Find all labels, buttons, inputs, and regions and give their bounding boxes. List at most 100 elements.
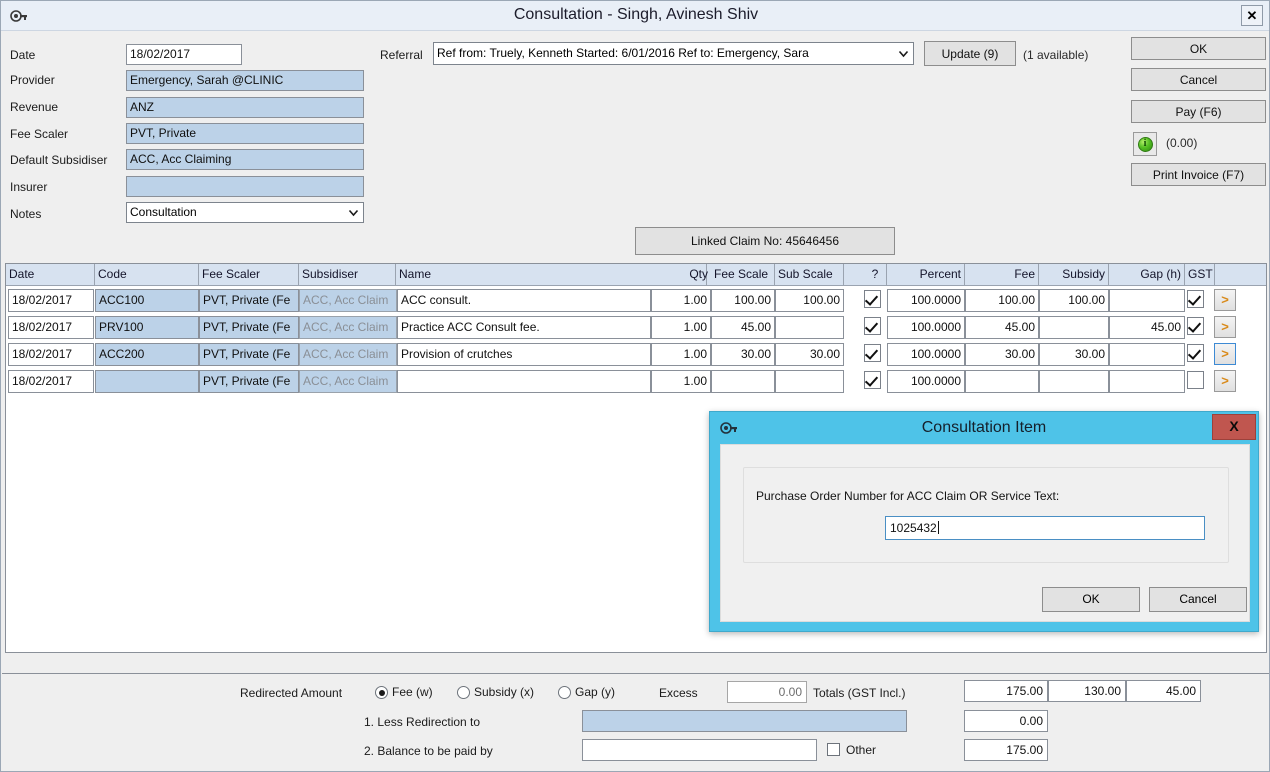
cell-question-checkbox[interactable] bbox=[864, 290, 881, 308]
cancel-button[interactable]: Cancel bbox=[1131, 68, 1266, 91]
cell-percent[interactable]: 100.0000 bbox=[887, 316, 965, 339]
table-row[interactable]: 18/02/2017 ACC200 PVT, Private (Fe ACC, … bbox=[6, 341, 1266, 368]
col-gst[interactable]: GST bbox=[1185, 264, 1215, 285]
referral-select[interactable]: Ref from: Truely, Kenneth Started: 6/01/… bbox=[433, 42, 914, 65]
info-button[interactable] bbox=[1133, 132, 1157, 156]
provider-field[interactable]: Emergency, Sarah @CLINIC bbox=[126, 70, 364, 91]
cell-subsidy[interactable]: 30.00 bbox=[1039, 343, 1109, 366]
cell-percent[interactable]: 100.0000 bbox=[887, 343, 965, 366]
cell-date[interactable]: 18/02/2017 bbox=[8, 370, 94, 393]
cell-fee-scale[interactable]: 100.00 bbox=[711, 289, 775, 312]
cell-sub-scale[interactable]: 100.00 bbox=[775, 289, 844, 312]
cell-fee[interactable]: 45.00 bbox=[965, 316, 1039, 339]
cell-name[interactable]: Practice ACC Consult fee. bbox=[397, 316, 651, 339]
cell-subsidy[interactable] bbox=[1039, 370, 1109, 393]
cell-date[interactable]: 18/02/2017 bbox=[8, 343, 94, 366]
col-qty[interactable]: Qty bbox=[666, 264, 711, 285]
col-sub-scale[interactable]: Sub Scale bbox=[775, 264, 844, 285]
cell-gst-checkbox[interactable] bbox=[1187, 317, 1204, 335]
cell-gap[interactable]: 45.00 bbox=[1109, 316, 1185, 339]
cell-code[interactable]: ACC200 bbox=[95, 343, 199, 366]
col-percent[interactable]: Percent bbox=[887, 264, 965, 285]
cell-question-checkbox[interactable] bbox=[864, 344, 881, 362]
col-more[interactable] bbox=[1215, 264, 1266, 285]
cell-fee-scaler[interactable]: PVT, Private (Fe bbox=[199, 343, 299, 366]
cell-fee-scale[interactable] bbox=[711, 370, 775, 393]
cell-gap[interactable] bbox=[1109, 343, 1185, 366]
col-date[interactable]: Date bbox=[6, 264, 95, 285]
col-question[interactable]: ? bbox=[864, 264, 887, 285]
cell-code[interactable] bbox=[95, 370, 199, 393]
default-subsidiser-field[interactable]: ACC, Acc Claiming bbox=[126, 149, 364, 170]
cell-gst-checkbox[interactable] bbox=[1187, 290, 1204, 308]
cell-gst-checkbox[interactable] bbox=[1187, 371, 1204, 389]
less-redirection-field[interactable] bbox=[582, 710, 907, 732]
col-name[interactable]: Name bbox=[396, 264, 707, 285]
col-code[interactable]: Code bbox=[95, 264, 199, 285]
other-checkbox[interactable] bbox=[827, 743, 840, 756]
insurer-field[interactable] bbox=[126, 176, 364, 197]
col-subsidiser[interactable]: Subsidiser bbox=[299, 264, 396, 285]
table-row[interactable]: 18/02/2017 PVT, Private (Fe ACC, Acc Cla… bbox=[6, 368, 1266, 395]
excess-value[interactable]: 0.00 bbox=[727, 681, 807, 703]
cell-qty[interactable]: 1.00 bbox=[651, 343, 711, 366]
cell-sub-scale[interactable]: 30.00 bbox=[775, 343, 844, 366]
col-fee-scale[interactable]: Fee Scale bbox=[711, 264, 775, 285]
revenue-field[interactable]: ANZ bbox=[126, 97, 364, 118]
cell-question-checkbox[interactable] bbox=[864, 371, 881, 389]
cell-gst-checkbox[interactable] bbox=[1187, 344, 1204, 362]
purchase-order-input[interactable]: 1025432 bbox=[885, 516, 1205, 540]
col-gap[interactable]: Gap (h) bbox=[1109, 264, 1185, 285]
print-invoice-button[interactable]: Print Invoice (F7) bbox=[1131, 163, 1266, 186]
cell-gap[interactable] bbox=[1109, 289, 1185, 312]
cell-name[interactable]: Provision of crutches bbox=[397, 343, 651, 366]
cell-name[interactable] bbox=[397, 370, 651, 393]
cell-date[interactable]: 18/02/2017 bbox=[8, 316, 94, 339]
notes-select[interactable]: Consultation bbox=[126, 202, 364, 223]
table-row[interactable]: 18/02/2017 PRV100 PVT, Private (Fe ACC, … bbox=[6, 314, 1266, 341]
cell-fee-scaler[interactable]: PVT, Private (Fe bbox=[199, 370, 299, 393]
cell-percent[interactable]: 100.0000 bbox=[887, 370, 965, 393]
cell-subsidiser[interactable]: ACC, Acc Claim bbox=[299, 343, 397, 366]
linked-claim-button[interactable]: Linked Claim No: 45646456 bbox=[635, 227, 895, 255]
cell-fee[interactable] bbox=[965, 370, 1039, 393]
cell-subsidiser[interactable]: ACC, Acc Claim bbox=[299, 289, 397, 312]
cell-fee-scale[interactable]: 30.00 bbox=[711, 343, 775, 366]
cell-name[interactable]: ACC consult. bbox=[397, 289, 651, 312]
cell-sub-scale[interactable] bbox=[775, 370, 844, 393]
cell-date[interactable]: 18/02/2017 bbox=[8, 289, 94, 312]
cell-code[interactable]: PRV100 bbox=[95, 316, 199, 339]
cell-question-checkbox[interactable] bbox=[864, 317, 881, 335]
row-expand-button[interactable]: > bbox=[1214, 316, 1236, 338]
cell-subsidiser[interactable]: ACC, Acc Claim bbox=[299, 316, 397, 339]
table-row[interactable]: 18/02/2017 ACC100 PVT, Private (Fe ACC, … bbox=[6, 287, 1266, 314]
cell-percent[interactable]: 100.0000 bbox=[887, 289, 965, 312]
balance-paid-by-field[interactable] bbox=[582, 739, 817, 761]
cell-gap[interactable] bbox=[1109, 370, 1185, 393]
cell-qty[interactable]: 1.00 bbox=[651, 370, 711, 393]
close-icon[interactable]: ✕ bbox=[1241, 5, 1263, 26]
col-subsidy[interactable]: Subsidy bbox=[1039, 264, 1109, 285]
cell-subsidy[interactable]: 100.00 bbox=[1039, 289, 1109, 312]
cell-qty[interactable]: 1.00 bbox=[651, 316, 711, 339]
cell-code[interactable]: ACC100 bbox=[95, 289, 199, 312]
cell-subsidiser[interactable]: ACC, Acc Claim bbox=[299, 370, 397, 393]
radio-subsidy[interactable] bbox=[457, 686, 470, 699]
cell-fee[interactable]: 100.00 bbox=[965, 289, 1039, 312]
pay-button[interactable]: Pay (F6) bbox=[1131, 100, 1266, 123]
row-expand-button[interactable]: > bbox=[1214, 370, 1236, 392]
cell-fee-scale[interactable]: 45.00 bbox=[711, 316, 775, 339]
row-expand-button[interactable]: > bbox=[1214, 289, 1236, 311]
fee-scaler-field[interactable]: PVT, Private bbox=[126, 123, 364, 144]
cell-subsidy[interactable] bbox=[1039, 316, 1109, 339]
cell-fee-scaler[interactable]: PVT, Private (Fe bbox=[199, 316, 299, 339]
cell-fee-scaler[interactable]: PVT, Private (Fe bbox=[199, 289, 299, 312]
dialog-ok-button[interactable]: OK bbox=[1042, 587, 1140, 612]
cell-fee[interactable]: 30.00 bbox=[965, 343, 1039, 366]
radio-fee[interactable] bbox=[375, 686, 388, 699]
close-icon[interactable]: X bbox=[1212, 414, 1256, 440]
radio-gap[interactable] bbox=[558, 686, 571, 699]
update-button[interactable]: Update (9) bbox=[924, 41, 1016, 66]
cell-qty[interactable]: 1.00 bbox=[651, 289, 711, 312]
row-expand-button[interactable]: > bbox=[1214, 343, 1236, 365]
